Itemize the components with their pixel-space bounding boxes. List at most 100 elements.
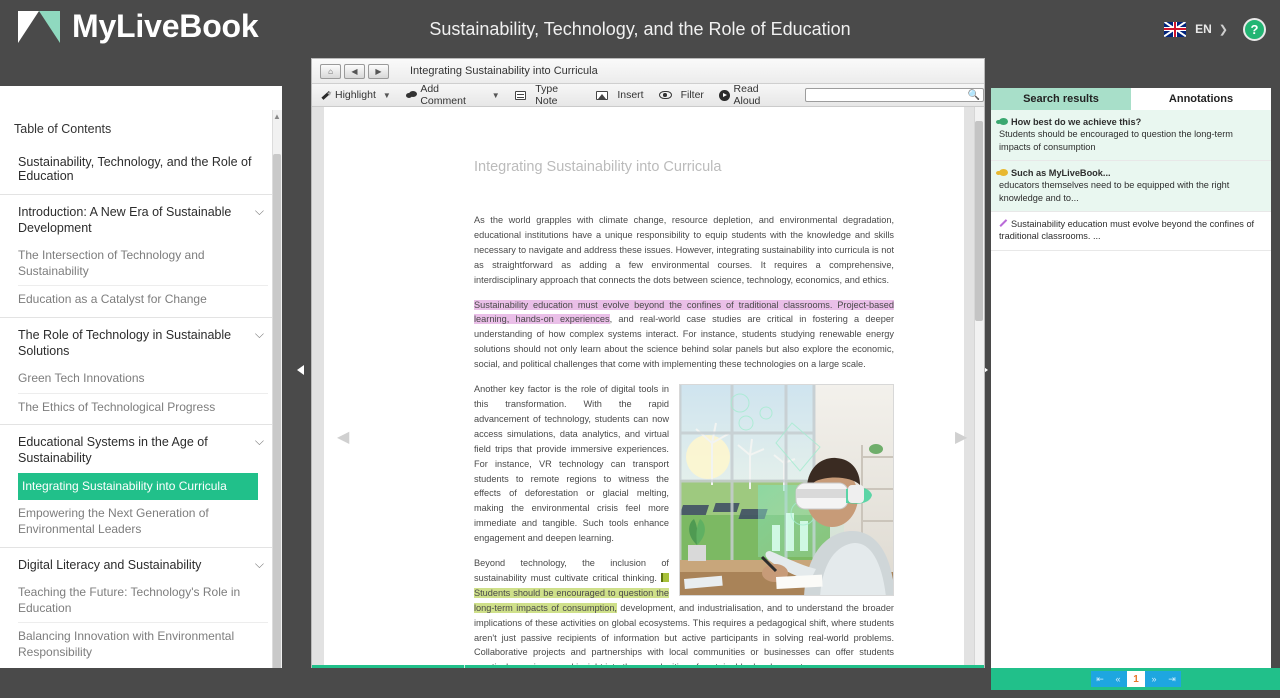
- toc-child-item[interactable]: Teaching the Future: Technology's Role i…: [18, 579, 268, 624]
- search-result-item[interactable]: How best do we achieve this? Students sho…: [991, 110, 1271, 161]
- highlight-pen-icon: [999, 219, 1008, 228]
- pagination: ⇤ « 1 » ⇥: [1091, 671, 1181, 687]
- highlight-label: Highlight: [335, 89, 376, 101]
- tab-search-results[interactable]: Search results: [991, 88, 1131, 110]
- right-panel-tabs: Search results Annotations: [991, 88, 1271, 110]
- toc-parent-item[interactable]: Digital Literacy and Sustainability: [0, 548, 282, 580]
- search-result-item[interactable]: Sustainability education must evolve bey…: [991, 212, 1271, 251]
- current-page-number[interactable]: 1: [1127, 671, 1145, 687]
- prev-page-button[interactable]: «: [1109, 671, 1127, 687]
- search-input[interactable]: 🔍: [804, 88, 985, 102]
- back-button[interactable]: ◀: [344, 63, 365, 79]
- search-result-item[interactable]: Such as MyLiveBook... educators themselve…: [991, 160, 1271, 212]
- toc-child-item[interactable]: The Intersection of Technology and Susta…: [18, 242, 268, 287]
- first-page-button[interactable]: ⇤: [1091, 671, 1109, 687]
- read-aloud-button[interactable]: Read Aloud: [718, 83, 786, 107]
- paragraph-2: Sustainability education must evolve bey…: [474, 298, 894, 373]
- comment-bubble-green-icon: [996, 118, 1008, 125]
- page-sheet: Integrating Sustainability into Curricul…: [324, 107, 967, 673]
- topbar-right-controls: EN ❯ ?: [1164, 0, 1266, 58]
- brand-logo[interactable]: MyLiveBook: [18, 8, 259, 45]
- toc-parent-item[interactable]: Introduction: A New Era of Sustainable D…: [0, 195, 282, 242]
- toc-child-item[interactable]: Education as a Catalyst for Change: [18, 286, 268, 317]
- chevron-down-icon[interactable]: ▼: [383, 91, 391, 100]
- search-result-title: Such as MyLiveBook...: [1011, 167, 1111, 178]
- filter-label: Filter: [680, 89, 704, 101]
- type-note-button[interactable]: Type Note: [514, 83, 582, 107]
- type-note-label: Type Note: [535, 83, 559, 107]
- toc-group: ⌵ Digital Literacy and Sustainability Teac…: [0, 548, 282, 671]
- page-next-arrow[interactable]: ▶: [955, 427, 967, 447]
- reader-window: ⌂ ◀ ▶ Integrating Sustainability into Cu…: [311, 58, 985, 688]
- highlight-button[interactable]: Highlight ▼: [321, 89, 391, 101]
- read-aloud-label: Read Aloud: [733, 83, 761, 107]
- page-prev-arrow[interactable]: ◀: [337, 427, 349, 447]
- insert-button[interactable]: Insert: [596, 89, 644, 101]
- triangle-left-icon: [297, 365, 304, 375]
- right-panel: Search results Annotations How best do w…: [991, 88, 1271, 668]
- paragraph-1: As the world grapples with climate chang…: [474, 215, 894, 285]
- toc-group: ⌵ Introduction: A New Era of Sustainable …: [0, 195, 282, 319]
- previous-page-flipper[interactable]: [294, 348, 307, 392]
- toc-child-item[interactable]: The Ethics of Technological Progress: [18, 394, 268, 425]
- search-results-list: How best do we achieve this? Students sho…: [991, 110, 1271, 251]
- search-result-body: Sustainability education must evolve bey…: [999, 218, 1255, 242]
- document-body: As the world grapples with climate chang…: [474, 213, 894, 673]
- search-result-title: How best do we achieve this?: [1011, 117, 1142, 127]
- language-label[interactable]: EN: [1195, 22, 1212, 36]
- last-page-button[interactable]: ⇥: [1163, 671, 1181, 687]
- vr-illustration-svg: [680, 385, 893, 596]
- home-button[interactable]: ⌂: [320, 63, 341, 79]
- brand-name: MyLiveBook: [72, 8, 259, 44]
- pen-icon: [321, 90, 331, 100]
- toc-scroll-area: Table of Contents Sustainability, Techno…: [0, 110, 282, 698]
- search-result-body: Students should be encouraged to questio…: [999, 129, 1233, 152]
- chevron-right-icon[interactable]: ❯: [1219, 23, 1228, 36]
- page-scrollbar[interactable]: [974, 107, 984, 673]
- page-surface: Integrating Sustainability into Curricul…: [312, 107, 984, 673]
- toc-root-item[interactable]: Sustainability, Technology, and the Role…: [0, 146, 282, 195]
- chevron-down-icon[interactable]: ▼: [492, 91, 500, 100]
- chevron-down-icon[interactable]: ⌵: [255, 327, 264, 342]
- chevron-down-icon[interactable]: ⌵: [255, 557, 264, 572]
- reader-navbar: ⌂ ◀ ▶ Integrating Sustainability into Cu…: [312, 59, 984, 84]
- vr-illustration: [679, 384, 894, 597]
- comment-bubble-icon: [405, 90, 417, 100]
- sidebar: Table of Contents Sustainability, Techno…: [0, 86, 282, 698]
- add-comment-label: Add Comment: [420, 83, 466, 107]
- breadcrumb: Integrating Sustainability into Curricul…: [410, 65, 598, 77]
- reader-toolbar: Highlight ▼ Add Comment ▼ Type Note Inse…: [312, 83, 985, 107]
- play-icon: [718, 89, 730, 101]
- toc-heading: Table of Contents: [14, 122, 112, 136]
- paragraph-4-pre: Beyond technology, the inclusion of sust…: [474, 558, 669, 583]
- toc-parent-item[interactable]: The Role of Technology in Sustainable So…: [0, 318, 282, 365]
- search-result-body: educators themselves need to be equipped…: [999, 180, 1230, 203]
- toc-group: ⌵ The Role of Technology in Sustainable S…: [0, 318, 282, 426]
- insert-label: Insert: [617, 89, 644, 101]
- scroll-up-icon[interactable]: ▲: [273, 112, 281, 122]
- toc-child-item[interactable]: Integrating Sustainability into Curricul…: [18, 472, 258, 501]
- book-icon: [18, 9, 60, 45]
- filter-button[interactable]: Filter: [658, 89, 704, 101]
- eye-icon: [658, 91, 672, 99]
- sidebar-scrollbar[interactable]: ▲ ▼: [272, 110, 282, 698]
- toc-parent-item[interactable]: Educational Systems in the Age of Sustai…: [0, 425, 282, 472]
- comment-marker-green-icon[interactable]: [661, 572, 669, 582]
- add-comment-button[interactable]: Add Comment ▼: [405, 83, 500, 107]
- toc-child-item[interactable]: Balancing Innovation with Environmental …: [18, 623, 268, 669]
- forward-button[interactable]: ▶: [368, 63, 389, 79]
- chevron-down-icon[interactable]: ⌵: [255, 204, 264, 219]
- chevron-down-icon[interactable]: ⌵: [255, 434, 264, 449]
- image-insert-icon: [596, 90, 609, 100]
- bottom-bar: ⇤ « 1 » ⇥: [0, 668, 1280, 698]
- tab-annotations[interactable]: Annotations: [1131, 88, 1271, 110]
- toc-child-item[interactable]: Green Tech Innovations: [18, 365, 268, 394]
- paragraph-4-rest: development, and industrialisation, and …: [474, 602, 894, 673]
- page-scrollbar-thumb[interactable]: [975, 121, 983, 321]
- toc-child-item[interactable]: Empowering the Next Generation of Enviro…: [18, 500, 268, 546]
- comment-bubble-yellow-icon: [996, 168, 1008, 176]
- next-page-button[interactable]: »: [1145, 671, 1163, 687]
- help-icon[interactable]: ?: [1243, 17, 1266, 41]
- search-icon[interactable]: 🔍: [968, 90, 980, 101]
- sidebar-scrollbar-thumb[interactable]: [273, 154, 281, 674]
